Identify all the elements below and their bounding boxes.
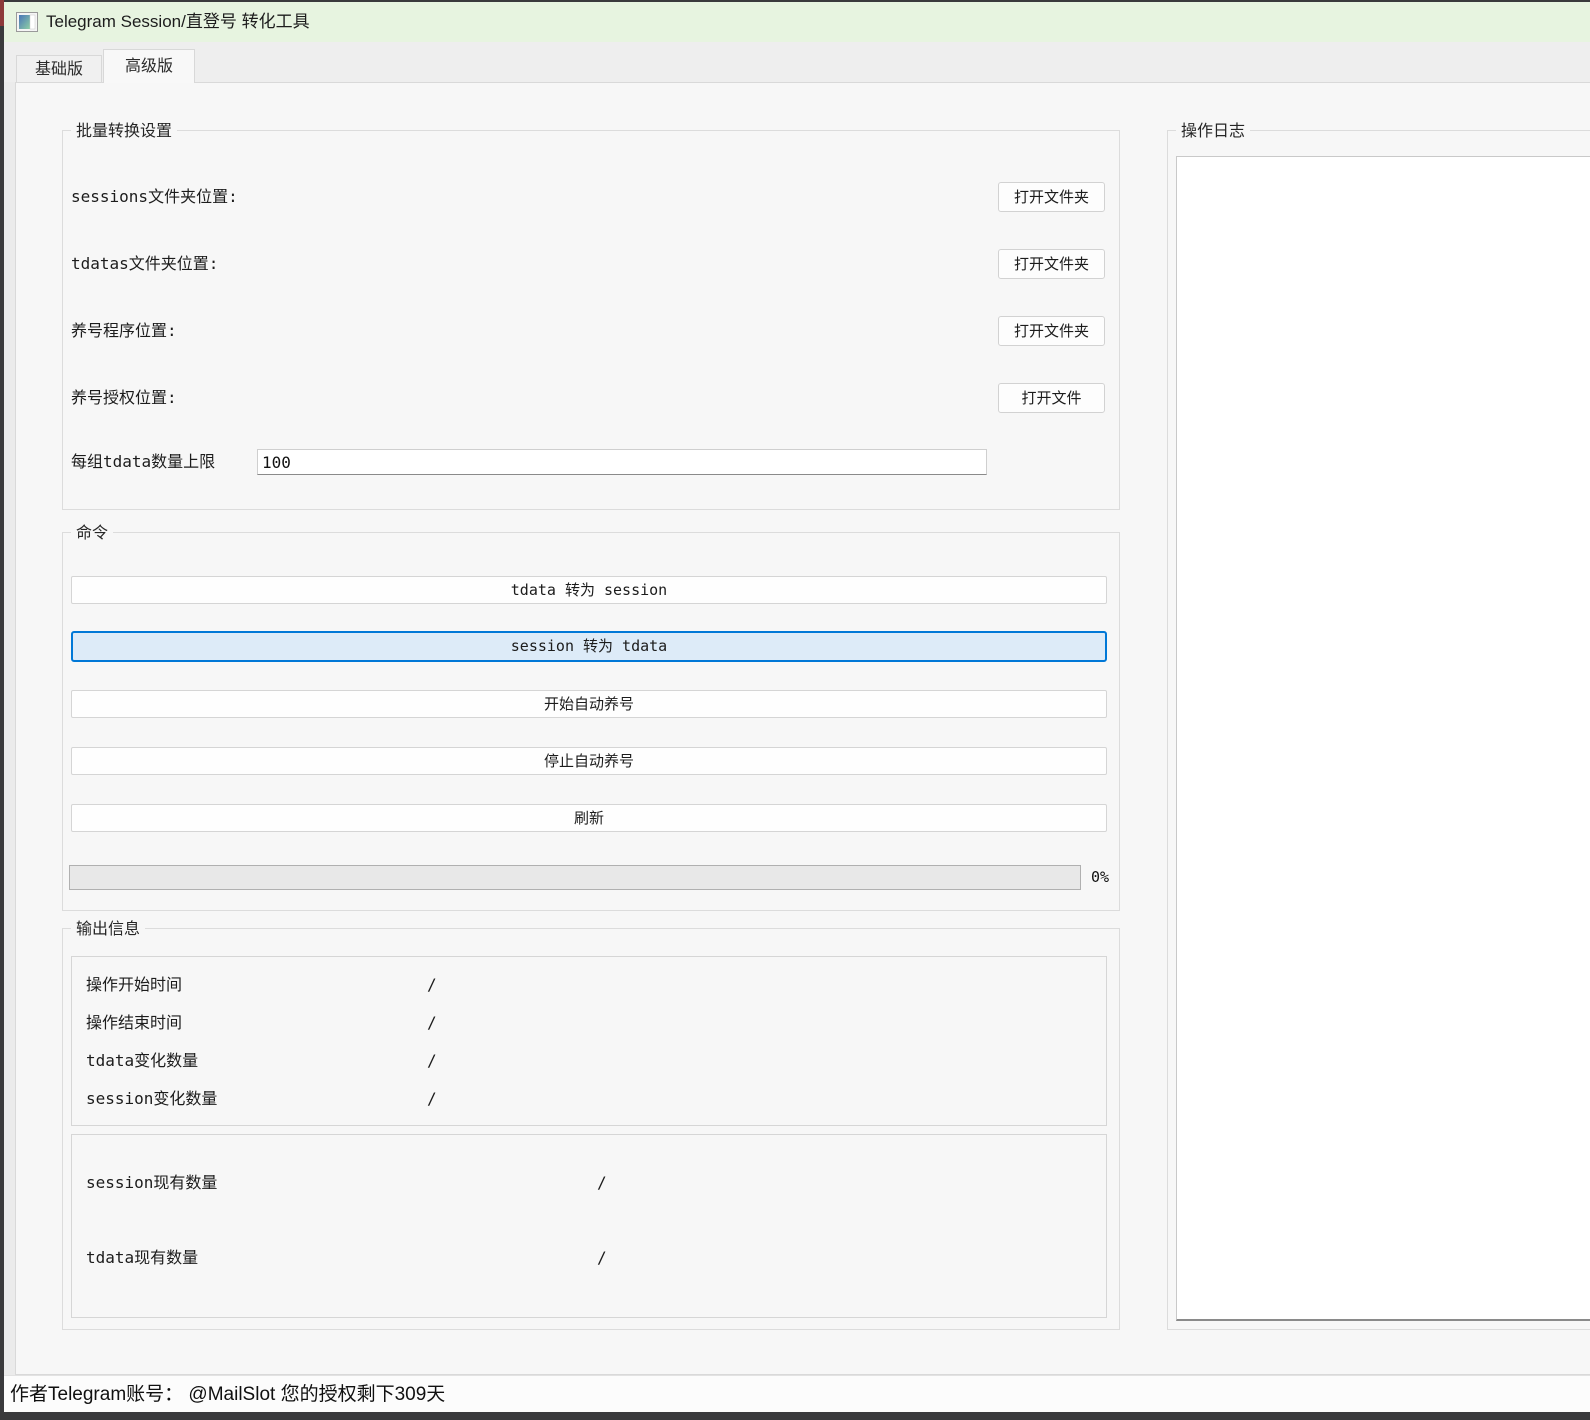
group-batch-settings: 批量转换设置 sessions文件夹位置: 打开文件夹 tdatas文件夹位置:… [62,130,1120,510]
session-existing-count-label: session现有数量 [86,1172,217,1194]
cmd-session-to-tdata-button[interactable]: session 转为 tdata [71,631,1107,662]
tdata-existing-count-label: tdata现有数量 [86,1247,198,1269]
app-window: Telegram Session/直登号 转化工具 基础版 高级版 批量转换设置… [4,2,1590,1412]
status-bar: 作者Telegram账号： @MailSlot 您的授权剩下309天 [4,1375,1590,1412]
output-panel-bottom: session现有数量 / tdata现有数量 / [71,1134,1107,1318]
cmd-refresh-button[interactable]: 刷新 [71,804,1107,832]
window-title: Telegram Session/直登号 转化工具 [46,2,310,42]
tab-bar [4,42,1590,82]
op-start-time-label: 操作开始时间 [86,974,182,996]
group-commands: 命令 tdata 转为 session session 转为 tdata 开始自… [62,532,1120,911]
cmd-start-auto-nurture-button[interactable]: 开始自动养号 [71,690,1107,718]
group-commands-label: 命令 [71,522,113,544]
op-end-time-value: / [427,1012,437,1034]
cmd-stop-auto-nurture-button[interactable]: 停止自动养号 [71,747,1107,775]
session-change-count-label: session变化数量 [86,1088,217,1110]
group-operation-log: 操作日志 [1167,130,1590,1330]
tdata-limit-label: 每组tdata数量上限 [71,451,215,473]
tdata-limit-input[interactable] [257,449,987,475]
progress-bar [69,865,1081,890]
tab-basic-version[interactable]: 基础版 [16,55,102,82]
operation-log-textarea[interactable] [1176,156,1590,1321]
sessions-folder-label: sessions文件夹位置: [71,186,238,208]
op-end-time-label: 操作结束时间 [86,1012,182,1034]
group-batch-settings-label: 批量转换设置 [71,120,177,142]
title-bar: Telegram Session/直登号 转化工具 [4,2,1590,42]
tdata-change-count-label: tdata变化数量 [86,1050,198,1072]
open-sessions-folder-button[interactable]: 打开文件夹 [998,182,1105,212]
group-output-info: 输出信息 操作开始时间 / 操作结束时间 / tdata变化数量 / sessi… [62,928,1120,1330]
app-window-icon [16,12,38,32]
group-operation-log-label: 操作日志 [1176,120,1250,142]
nurture-auth-label: 养号授权位置: [71,387,177,409]
cmd-tdata-to-session-button[interactable]: tdata 转为 session [71,576,1107,604]
progress-percent-label: 0% [1091,865,1109,890]
session-change-count-value: / [427,1088,437,1110]
open-tdatas-folder-button[interactable]: 打开文件夹 [998,249,1105,279]
session-existing-count-value: / [597,1172,607,1194]
tab-advanced-version[interactable]: 高级版 [103,49,195,83]
tdata-change-count-value: / [427,1050,437,1072]
group-output-info-label: 输出信息 [71,918,145,940]
op-start-time-value: / [427,974,437,996]
tdata-existing-count-value: / [597,1247,607,1269]
open-nurture-program-folder-button[interactable]: 打开文件夹 [998,316,1105,346]
nurture-program-label: 养号程序位置: [71,320,177,342]
status-bar-text: 作者Telegram账号： @MailSlot 您的授权剩下309天 [10,1376,445,1413]
tdatas-folder-label: tdatas文件夹位置: [71,253,218,275]
output-panel-top: 操作开始时间 / 操作结束时间 / tdata变化数量 / session变化数… [71,956,1107,1126]
open-nurture-auth-file-button[interactable]: 打开文件 [998,383,1105,413]
